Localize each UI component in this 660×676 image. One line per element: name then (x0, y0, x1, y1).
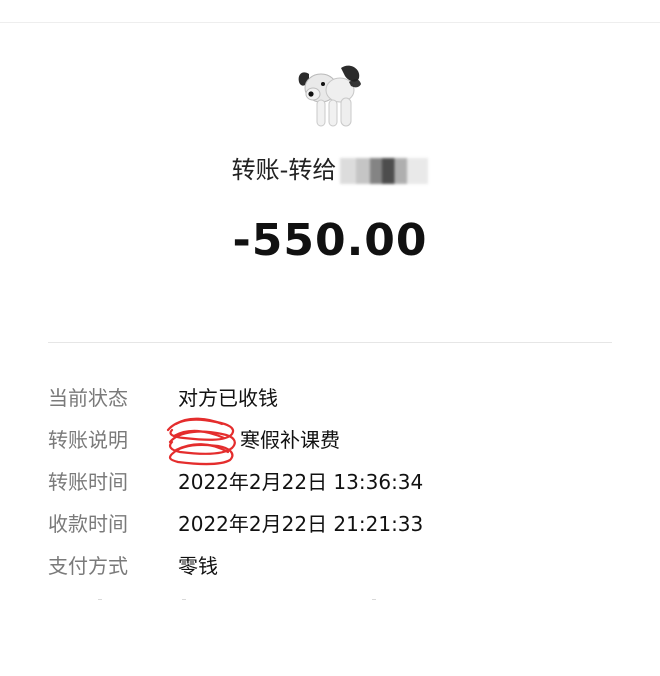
avatar (298, 65, 361, 127)
top-divider (0, 22, 660, 23)
transfer-time-label: 转账时间 (48, 469, 128, 494)
redaction-scribble (166, 417, 236, 466)
detail-row-transfer-time: 转账时间 2022年2月22日 13:36:34 (48, 465, 612, 495)
note-label: 转账说明 (48, 427, 128, 452)
details-divider (48, 342, 612, 343)
detail-row-status: 当前状态 对方已收钱 (48, 381, 612, 411)
status-label: 当前状态 (48, 385, 128, 410)
amount: -550.00 (232, 215, 428, 266)
detail-row-payment-method: 支付方式 零钱 (48, 549, 612, 579)
payment-method-value: 零钱 (178, 553, 218, 578)
receive-time-value: 2022年2月22日 21:21:33 (178, 511, 424, 536)
cropped-next-row (98, 599, 376, 600)
dog-icon (298, 65, 361, 127)
recipient-name-redaction (340, 158, 429, 184)
detail-row-note: 转账说明 寒假补课费 (48, 423, 612, 453)
note-value: 寒假补课费 (240, 427, 340, 452)
transfer-title: 转账-转给 (0, 150, 660, 185)
payment-method-label: 支付方式 (48, 553, 128, 578)
status-value: 对方已收钱 (178, 385, 278, 410)
receive-time-label: 收款时间 (48, 511, 128, 536)
detail-row-receive-time: 收款时间 2022年2月22日 21:21:33 (48, 507, 612, 537)
transfer-time-value: 2022年2月22日 13:36:34 (178, 469, 424, 494)
title-prefix: 转账-转给 (231, 156, 337, 184)
